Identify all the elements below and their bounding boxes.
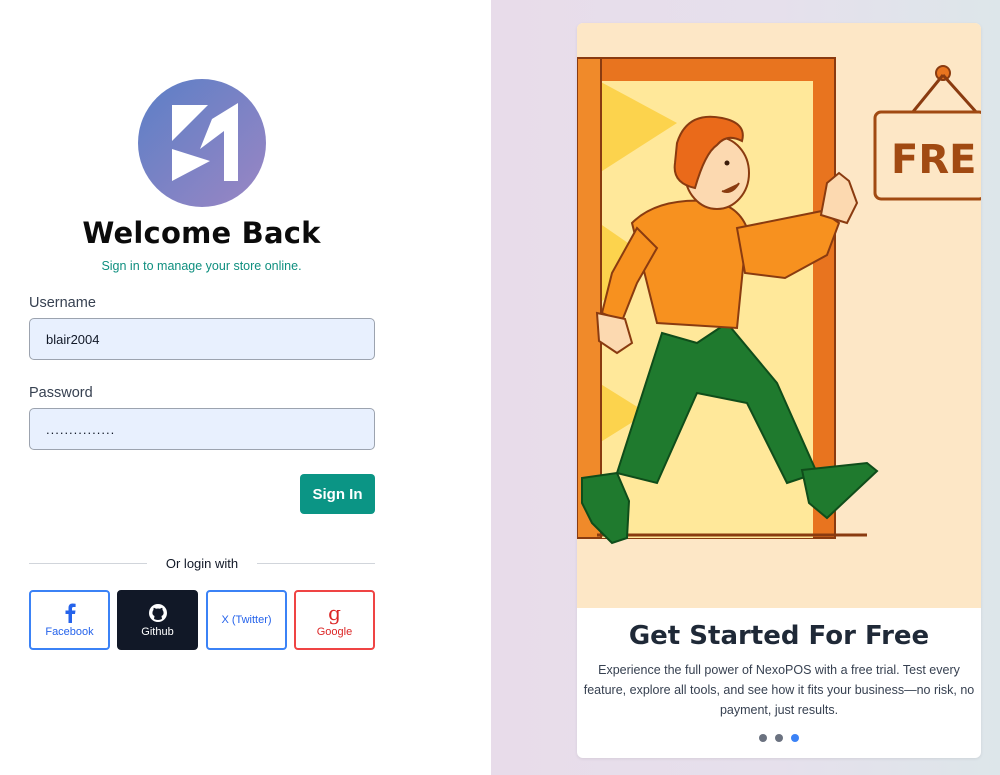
github-login-button[interactable]: Github [117,590,198,650]
illustration-walking-man: FRE [577,23,981,608]
page-title: Welcome Back [82,216,321,250]
nexopos-logo-icon [138,79,266,207]
facebook-label: Facebook [45,626,94,638]
password-input[interactable]: ............... [29,408,375,450]
promo-title: Get Started For Free [628,621,930,651]
sign-text: FRE [891,137,976,183]
page-subtitle: Sign in to manage your store online. [101,259,302,273]
facebook-login-button[interactable]: Facebook [29,590,110,650]
carousel-dot-1[interactable] [759,734,767,742]
carousel-dot-2[interactable] [775,734,783,742]
divider-text: Or login with [165,556,239,571]
google-icon: g [328,601,341,625]
divider-right [257,563,375,564]
promo-card: FRE Get Started For Free Experience the … [577,23,981,758]
carousel-dots [577,734,981,742]
username-label: Username [29,295,96,311]
google-label: Google [316,626,353,638]
carousel-dot-3[interactable] [791,734,799,742]
password-label: Password [29,385,93,401]
promo-description: Experience the full power of NexoPOS wit… [583,663,975,717]
google-login-button[interactable]: g Google [294,590,375,650]
twitter-login-button[interactable]: X (Twitter) [206,590,287,650]
facebook-icon [63,602,77,624]
login-panel: Welcome Back Sign in to manage your stor… [0,0,491,775]
github-label: Github [141,626,174,638]
twitter-label: X (Twitter) [221,614,272,626]
sign-in-button[interactable]: Sign In [300,474,375,514]
username-input[interactable]: blair2004 [29,318,375,360]
divider-left [29,563,147,564]
github-icon [148,602,168,624]
